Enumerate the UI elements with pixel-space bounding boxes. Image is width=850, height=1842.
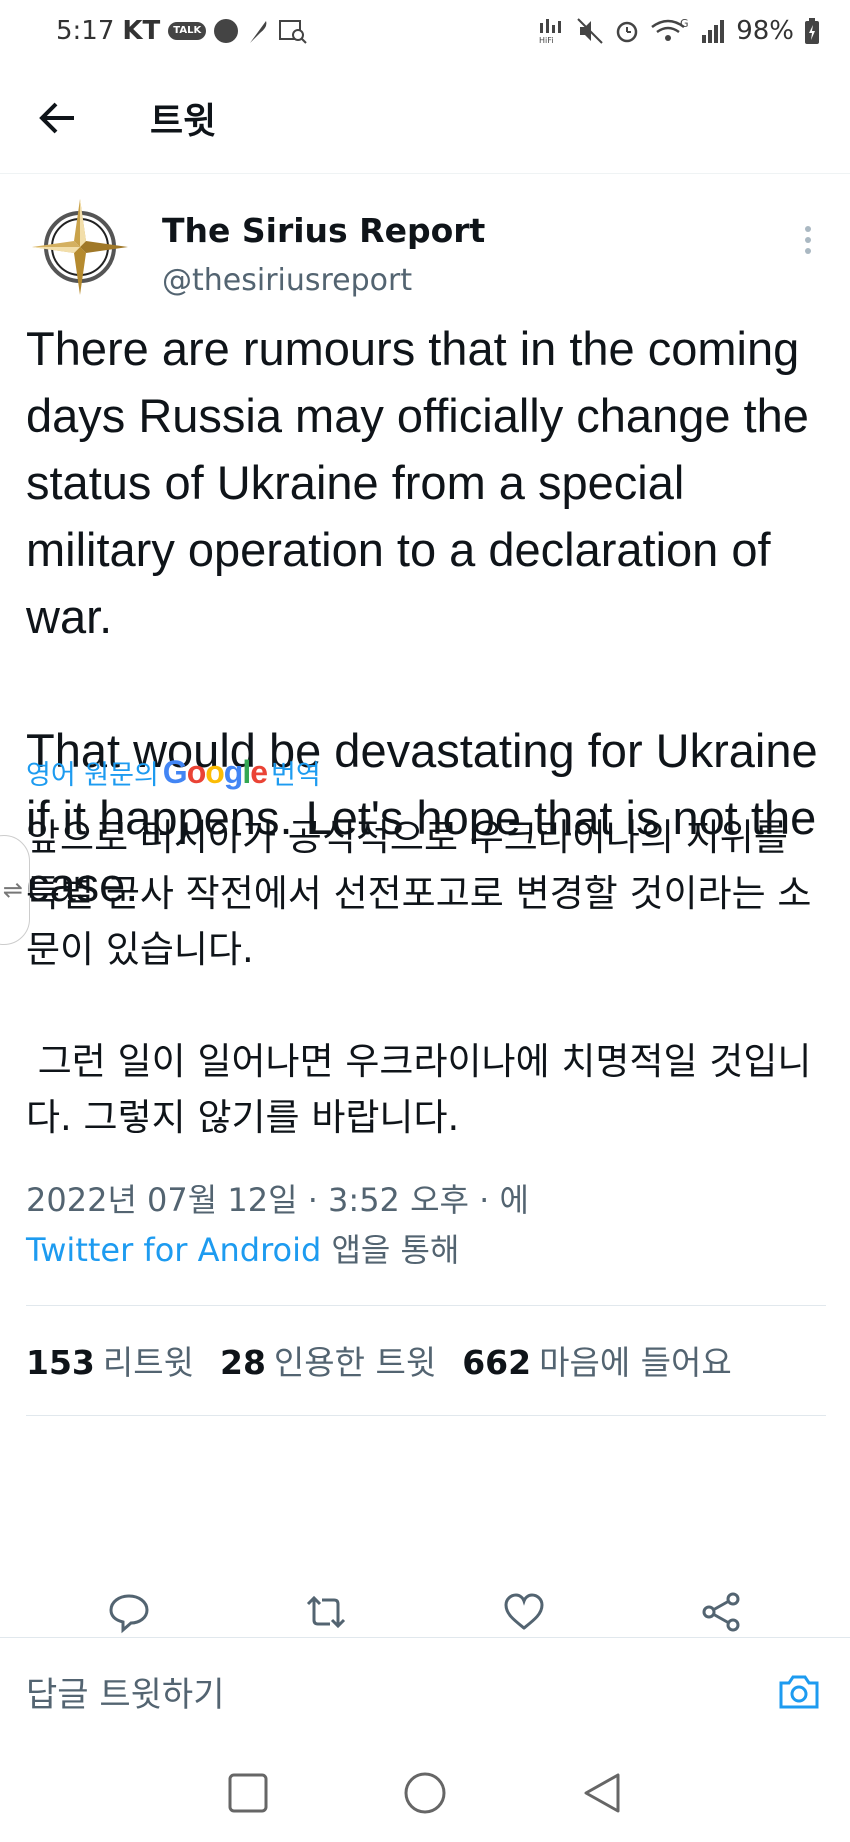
retweets-stat[interactable]: 153 리트윗 [26, 1336, 194, 1384]
retweet-icon [307, 1595, 346, 1629]
tweet-source: Twitter for Android 앱을 통해 [26, 1225, 816, 1275]
display-name[interactable]: The Sirius Report [162, 211, 485, 250]
compass-star-logo-icon [32, 199, 128, 295]
home-button[interactable] [395, 1763, 455, 1823]
more-dot-icon [805, 248, 811, 254]
share-icon [702, 1592, 740, 1632]
page-title: 트윗 [150, 100, 217, 142]
translate-prefix: 영어 원문의 [26, 760, 159, 791]
quotes-label: 인용한 트윗 [273, 1343, 437, 1382]
user-handle[interactable]: @thesiriusreport [162, 263, 412, 298]
status-bar: 5:17 KT TALK HiFi G 98% [0, 0, 850, 62]
like-button[interactable] [494, 1582, 554, 1642]
circle-icon [404, 1772, 446, 1814]
recent-apps-button[interactable] [218, 1763, 278, 1823]
svg-text:HiFi: HiFi [539, 36, 553, 45]
reply-input[interactable]: 답글 트윗하기 [26, 1667, 225, 1716]
quotes-stat[interactable]: 28 인용한 트윗 [220, 1336, 436, 1384]
svg-text:G: G [680, 17, 689, 30]
translate-suffix: 번역 [271, 760, 321, 791]
likes-label: 마음에 들어요 [539, 1343, 732, 1382]
arrow-left-icon [39, 102, 74, 133]
more-dot-icon [805, 226, 811, 232]
app-header: 트윗 [0, 62, 850, 174]
likes-stat[interactable]: 662 마음에 들어요 [462, 1336, 732, 1384]
system-nav-bar [0, 1744, 850, 1842]
divider [26, 1305, 826, 1306]
status-carrier: KT [122, 16, 161, 46]
hifi-icon: HiFi [536, 17, 566, 45]
battery-percent: 98% [736, 16, 794, 46]
square-icon [228, 1773, 268, 1813]
status-left: 5:17 KT TALK [56, 16, 308, 46]
reply-icon [109, 1594, 149, 1634]
kakaotalk-icon: TALK [168, 22, 207, 40]
translate-link[interactable]: 영어 원문의 Google 번역 [26, 753, 321, 792]
alarm-icon [614, 17, 640, 45]
camera-icon [779, 1675, 819, 1709]
avatar[interactable] [30, 197, 130, 297]
more-dot-icon [805, 237, 811, 243]
heart-icon [504, 1593, 544, 1630]
tweet-detail: The Sirius Report @thesiriusreport There… [0, 175, 850, 911]
signal-icon [700, 17, 726, 45]
triangle-back-icon [584, 1773, 620, 1813]
retweet-button[interactable] [296, 1582, 356, 1642]
retweets-count: 153 [26, 1343, 95, 1382]
status-right: HiFi G 98% [536, 16, 820, 46]
source-suffix: 앱을 통해 [321, 1231, 460, 1269]
divider [26, 1415, 826, 1416]
swap-arrows-icon: ⇌ [2, 876, 23, 904]
retweets-label: 리트윗 [102, 1343, 194, 1382]
google-logo: Google [162, 754, 268, 790]
author-row: The Sirius Report @thesiriusreport [0, 175, 850, 315]
reply-button[interactable] [99, 1582, 159, 1642]
back-nav-button[interactable] [572, 1763, 632, 1823]
wifi-icon: G [650, 17, 690, 45]
source-app-link[interactable]: Twitter for Android [26, 1231, 321, 1269]
camera-button[interactable] [774, 1666, 824, 1716]
back-button[interactable] [28, 88, 88, 148]
tweet-timestamp[interactable]: 2022년 07월 12일 · 3:52 오후 · 에 [26, 1175, 816, 1225]
reply-bar[interactable]: 답글 트윗하기 [0, 1637, 850, 1744]
more-options-button[interactable] [788, 215, 828, 265]
tweet-stats: 153 리트윗 28 인용한 트윗 662 마음에 들어요 [26, 1330, 732, 1390]
feather-icon [246, 17, 270, 45]
share-button[interactable] [691, 1582, 751, 1642]
status-time: 5:17 [56, 16, 115, 46]
mute-icon [576, 17, 604, 45]
translated-text: 앞으로 러시아가 공식적으로 우크라이나의 지위를 특별 군사 작전에서 선전포… [26, 816, 812, 1139]
battery-icon [804, 17, 820, 45]
tweet-meta: 2022년 07월 12일 · 3:52 오후 · 에 Twitter for … [26, 1175, 816, 1275]
quotes-count: 28 [219, 1343, 266, 1382]
likes-count: 662 [462, 1343, 532, 1382]
chat-bubble-icon [214, 19, 239, 43]
gallery-search-icon [278, 17, 308, 45]
